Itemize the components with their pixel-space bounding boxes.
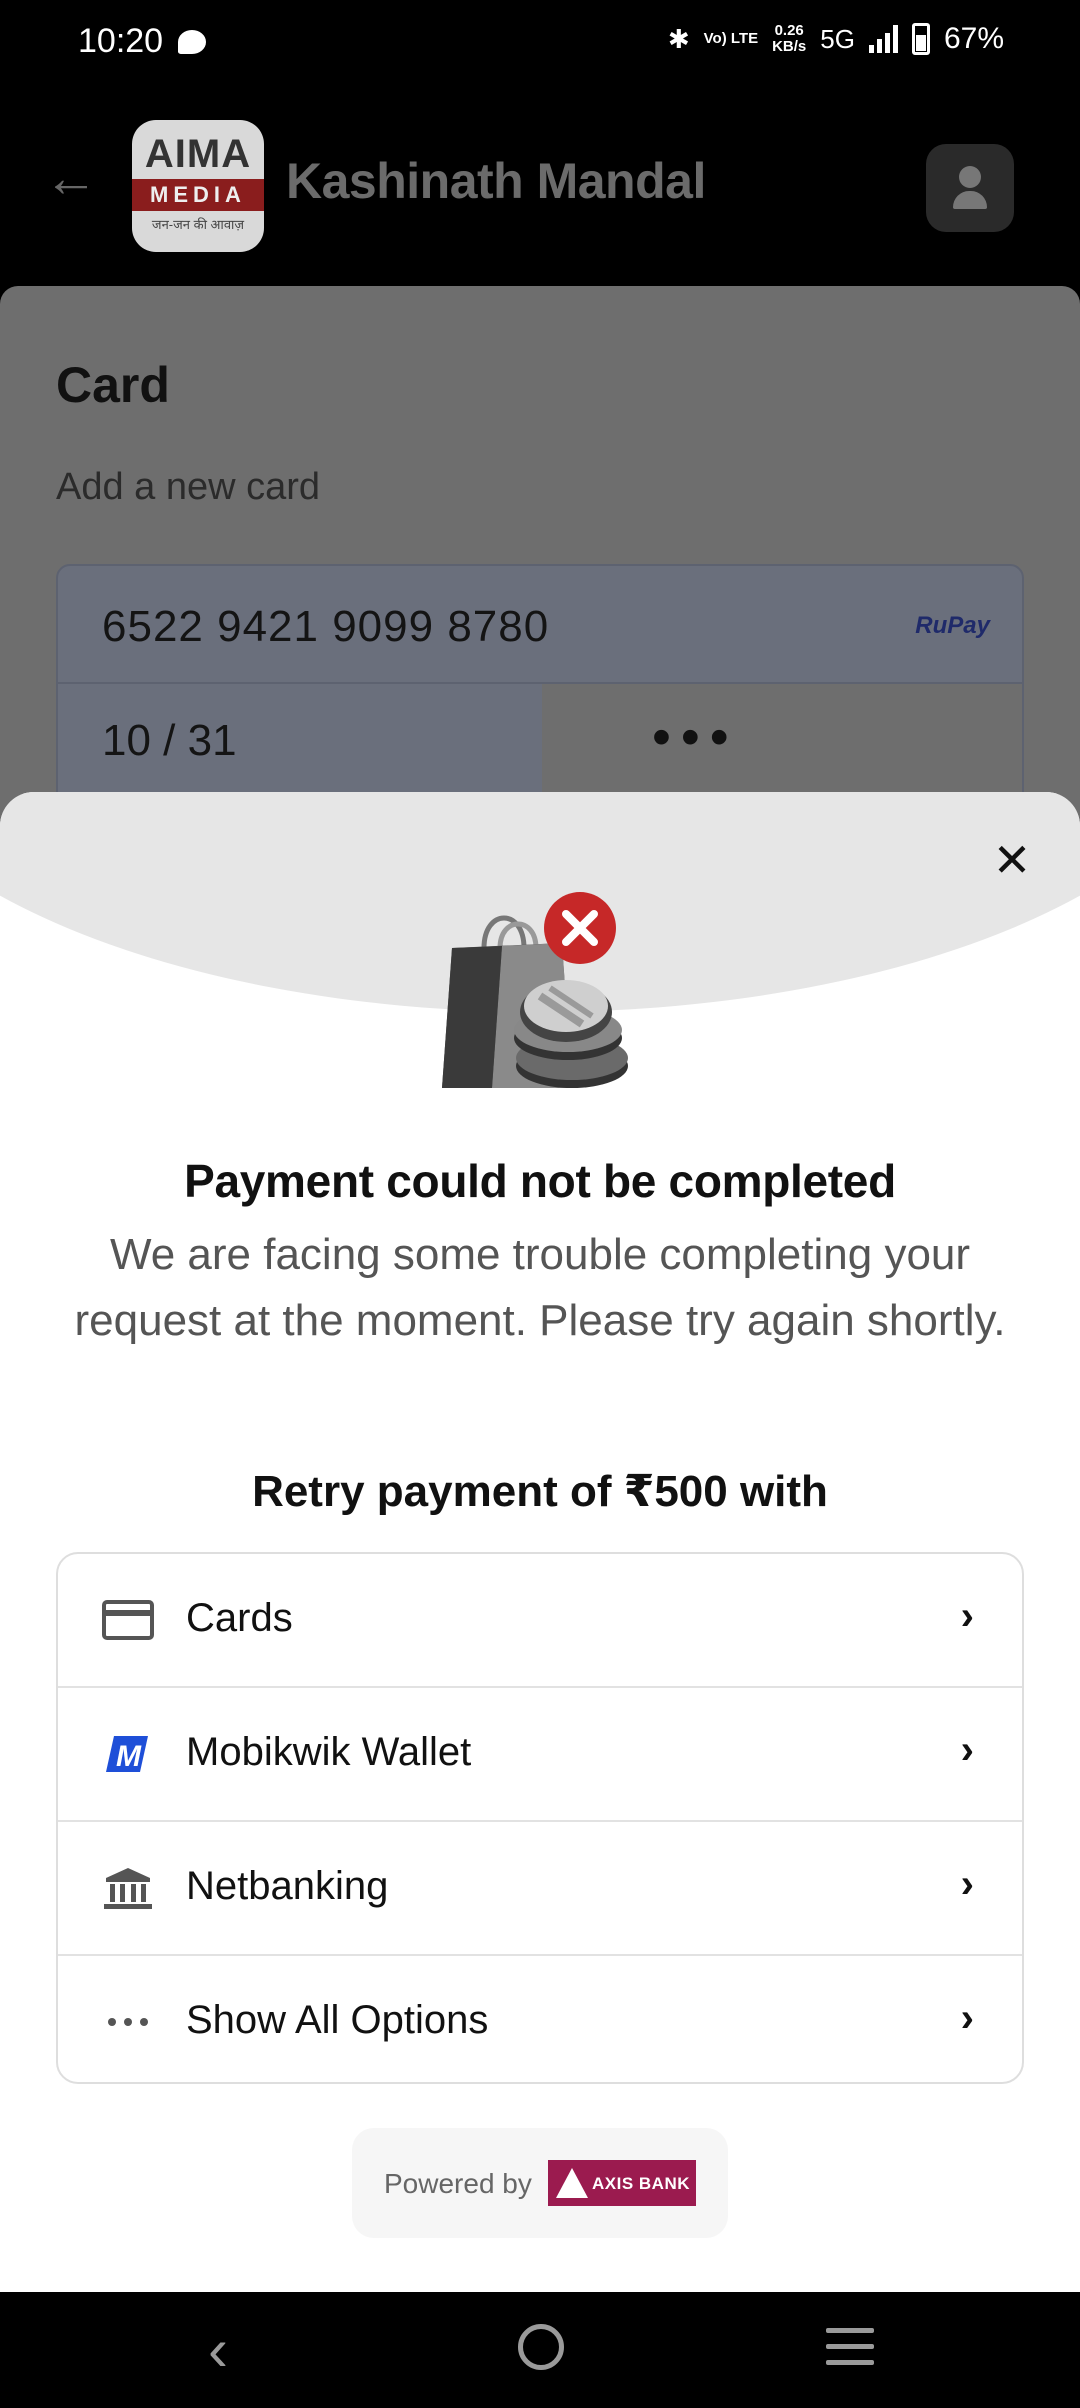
option-label: Show All Options	[186, 1998, 489, 2042]
chevron-right-icon: ›	[960, 1996, 974, 2040]
error-title: Payment could not be completed	[184, 1155, 896, 1207]
chevron-right-icon: ›	[960, 1862, 974, 1906]
svg-text:M: M	[116, 1740, 142, 1773]
network-type: 5G	[820, 23, 855, 54]
nav-back-icon[interactable]: ‹	[208, 2320, 228, 2380]
axis-bank-text: AXIS BANK	[592, 2174, 691, 2193]
payment-error-sheet: ✕ Payment could not be completed We are …	[0, 792, 1080, 2292]
vibrate-icon: ✱	[667, 24, 690, 54]
option-mobikwik-wallet[interactable]: M Mobikwik Wallet ›	[58, 1688, 1022, 1820]
rupay-logo: RuPay	[915, 612, 990, 639]
card-page-subtitle: Add a new card	[56, 466, 321, 508]
nav-recents-icon[interactable]	[826, 2328, 874, 2376]
signal-icon	[868, 25, 898, 53]
option-cards[interactable]: Cards ›	[58, 1554, 1022, 1686]
option-netbanking[interactable]: Netbanking ›	[58, 1822, 1022, 1954]
powered-by-badge: Powered by AXIS BANK	[352, 2128, 728, 2238]
nav-home-icon[interactable]	[518, 2324, 564, 2370]
close-icon[interactable]: ✕	[990, 837, 1034, 883]
more-dots-icon	[108, 2018, 148, 2026]
axis-bank-logo: AXIS BANK	[548, 2160, 696, 2206]
cvv-field[interactable]: •••	[652, 706, 739, 768]
chat-notification-icon	[178, 30, 206, 54]
bank-icon	[104, 1868, 152, 1909]
logo-top-text: AIMA	[144, 132, 252, 176]
merchant-name: Kashinath Mandal	[286, 153, 706, 209]
card-icon	[102, 1600, 154, 1640]
option-label: Mobikwik Wallet	[186, 1730, 472, 1774]
card-number-field[interactable]: 6522 9421 9099 8780	[102, 602, 549, 652]
status-bar: 10:20 ✱ Vo) LTE 0.26 KB/s 5G 67%	[0, 0, 1080, 90]
option-label: Cards	[186, 1596, 293, 1640]
payment-failed-illustration-icon	[442, 892, 628, 1088]
net-speed-unit: KB/s	[772, 38, 807, 55]
error-message: We are facing some trouble completing yo…	[74, 1230, 1006, 1345]
system-nav-bar: ‹	[0, 2292, 1080, 2408]
status-icons: ✱ Vo) LTE 0.26 KB/s 5G 67%	[668, 22, 1004, 56]
retry-title: Retry payment of ₹500 with	[252, 1467, 828, 1516]
card-page-title: Card	[56, 357, 170, 413]
expiry-field[interactable]: 10 / 31	[102, 716, 237, 766]
battery-icon	[911, 23, 930, 55]
net-speed: 0.26 KB/s	[772, 23, 806, 55]
powered-by-text: Powered by	[384, 2168, 532, 2199]
logo-band-text: MEDIA	[132, 179, 264, 211]
logo-sub-text: जन-जन की आवाज़	[151, 217, 245, 232]
merchant-logo: AIMA MEDIA जन-जन की आवाज़	[132, 120, 264, 252]
option-show-all[interactable]: Show All Options ›	[58, 1956, 1022, 2088]
net-speed-value: 0.26	[774, 22, 804, 39]
option-label: Netbanking	[186, 1864, 389, 1908]
mobikwik-icon: M	[106, 1736, 148, 1773]
chevron-right-icon: ›	[960, 1594, 974, 1638]
back-arrow-icon[interactable]: ←	[44, 150, 100, 206]
app-header: ← AIMA MEDIA जन-जन की आवाज़ Kashinath Ma…	[0, 90, 1080, 286]
axis-logo-mark-icon	[556, 2168, 588, 2198]
status-time: 10:20	[78, 22, 164, 60]
battery-level: 67%	[943, 22, 1004, 55]
lte-indicator: Vo) LTE	[703, 30, 759, 47]
profile-icon[interactable]	[926, 144, 1014, 232]
chevron-right-icon: ›	[960, 1728, 974, 1772]
retry-options-list: Cards › M Mobikwik Wallet › Netbanking ›…	[56, 1552, 1024, 2084]
